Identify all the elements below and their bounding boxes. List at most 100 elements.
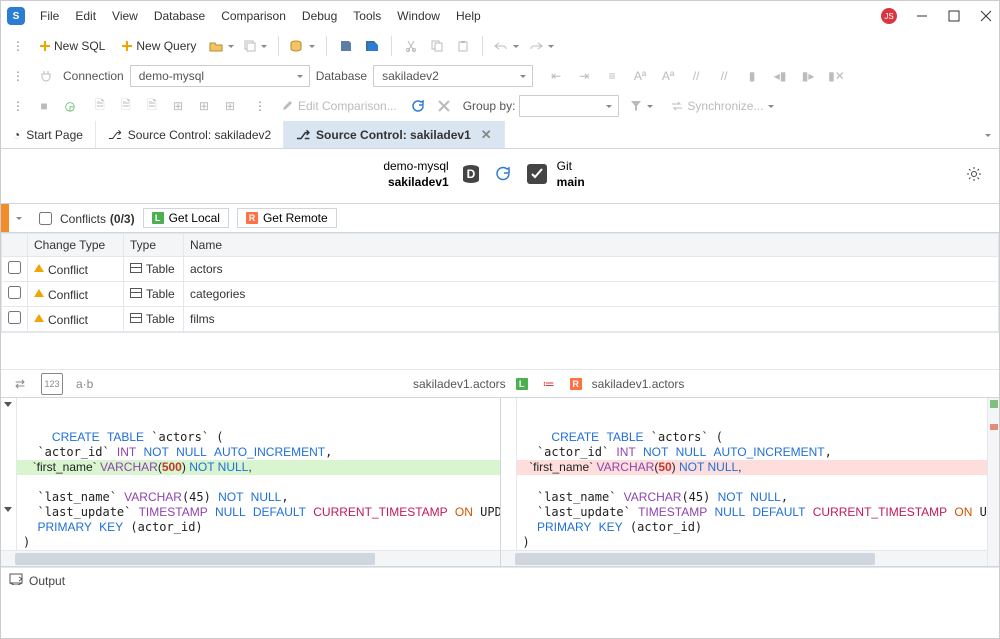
tab-close-icon[interactable]: ✕ <box>481 127 492 143</box>
connection-combo[interactable]: demo-mysql <box>130 65 310 87</box>
redo-button[interactable] <box>526 35 557 57</box>
clear-bookmarks-icon[interactable]: ▮✕ <box>825 65 848 87</box>
conflicts-checkbox[interactable] <box>39 212 52 225</box>
uppercase-icon[interactable]: Aª <box>657 65 679 87</box>
branch-icon: ⎇ <box>108 128 122 142</box>
table-icon <box>130 288 142 298</box>
menu-edit[interactable]: Edit <box>68 5 103 27</box>
menu-tools[interactable]: Tools <box>346 5 388 27</box>
align-icon[interactable]: ≡ <box>601 65 623 87</box>
spacing-icon[interactable]: a·b <box>73 373 96 395</box>
accent-stripe <box>1 204 9 232</box>
overview-ruler[interactable] <box>987 398 999 566</box>
db-action-button[interactable] <box>287 35 318 57</box>
table-row[interactable]: ConflictTablefilms <box>2 307 999 332</box>
comment-icon[interactable]: // <box>685 65 707 87</box>
grip-icon: ⋮ <box>7 95 29 117</box>
tab-source-control-1[interactable]: ⎇ Source Control: sakiladev1 ✕ <box>284 121 504 148</box>
tab-strip: ◔ Start Page ⎇ Source Control: sakiladev… <box>1 121 999 149</box>
obj3-icon[interactable]: 🗎 <box>141 95 163 117</box>
header-connection: demo-mysql <box>383 159 448 173</box>
remote-badge-icon: R <box>570 378 582 390</box>
output-label[interactable]: Output <box>29 574 65 588</box>
close-button[interactable] <box>979 9 993 23</box>
row-checkbox[interactable] <box>8 286 21 299</box>
save-all-button[interactable] <box>361 35 383 57</box>
js-badge-icon: JS <box>881 8 897 24</box>
menu-file[interactable]: File <box>33 5 66 27</box>
diff-left-name: sakiladev1.actors <box>413 377 506 391</box>
filter-icon[interactable] <box>627 95 656 117</box>
diff-pane-left: CREATE TABLE `actors` ( `actor_id` INT N… <box>1 398 500 566</box>
refresh-button[interactable] <box>407 95 429 117</box>
obj1-icon[interactable]: 🗎 <box>89 95 111 117</box>
next-bookmark-icon[interactable]: ▮▸ <box>797 65 819 87</box>
remove-button[interactable] <box>433 95 455 117</box>
menu-comparison[interactable]: Comparison <box>214 5 293 27</box>
obj4-icon[interactable]: ⊞ <box>167 95 189 117</box>
grip-icon: ⋮ <box>249 95 271 117</box>
conflicts-bar: Conflicts (0/3) LGet Local RGet Remote <box>1 203 999 233</box>
table-row[interactable]: ConflictTableactors <box>2 257 999 282</box>
swap-direction-button[interactable] <box>491 163 515 185</box>
col-name[interactable]: Name <box>184 234 999 257</box>
obj2-icon[interactable]: 🗎 <box>115 95 137 117</box>
row-checkbox[interactable] <box>8 311 21 324</box>
plug-icon[interactable] <box>35 65 57 87</box>
compare-icon[interactable]: ⇄ <box>9 373 31 395</box>
gear-icon[interactable] <box>963 163 985 185</box>
tab-start-page[interactable]: ◔ Start Page <box>1 121 96 148</box>
group-by-combo[interactable] <box>519 95 619 117</box>
case-icon[interactable]: Aª <box>629 65 651 87</box>
new-query-button[interactable]: New Query <box>115 35 202 57</box>
save-button[interactable] <box>335 35 357 57</box>
menu-database[interactable]: Database <box>147 5 212 27</box>
numbers-icon[interactable]: 123 <box>41 373 63 395</box>
open-button[interactable] <box>206 35 237 57</box>
hscroll-right[interactable] <box>501 550 1000 566</box>
check-icon <box>525 163 547 185</box>
paste-button[interactable] <box>452 35 474 57</box>
table-icon <box>130 313 142 323</box>
database-combo[interactable]: sakiladev2 <box>373 65 533 87</box>
prev-bookmark-icon[interactable]: ◂▮ <box>769 65 791 87</box>
maximize-button[interactable] <box>947 9 961 23</box>
col-change-type[interactable]: Change Type <box>28 234 124 257</box>
obj6-icon[interactable]: ⊞ <box>219 95 241 117</box>
obj5-icon[interactable]: ⊞ <box>193 95 215 117</box>
collapse-icon[interactable] <box>16 217 22 223</box>
table-row[interactable]: ConflictTablecategories <box>2 282 999 307</box>
indent-right-icon[interactable]: ⇥ <box>573 65 595 87</box>
copy-button[interactable] <box>426 35 448 57</box>
sync-small-icon[interactable]: ◶ <box>59 95 81 117</box>
table-icon <box>130 263 142 273</box>
tab-source-control-2[interactable]: ⎇ Source Control: sakiladev2 <box>96 121 284 148</box>
cut-button[interactable] <box>400 35 422 57</box>
uncomment-icon[interactable]: // <box>713 65 735 87</box>
synchronize-button[interactable]: Synchronize... <box>664 95 780 117</box>
hscroll-left[interactable] <box>1 550 500 566</box>
header-database: sakiladev1 <box>388 175 449 189</box>
menu-debug[interactable]: Debug <box>295 5 344 27</box>
tabs-overflow[interactable] <box>975 121 999 148</box>
menu-help[interactable]: Help <box>449 5 488 27</box>
warning-icon <box>34 284 44 297</box>
indent-left-icon[interactable]: ⇤ <box>545 65 567 87</box>
database-icon: D <box>459 163 481 185</box>
new-sql-button[interactable]: New SQL <box>33 35 111 57</box>
bookmark-icon[interactable]: ▮ <box>741 65 763 87</box>
copy-dropdown[interactable] <box>241 35 270 57</box>
row-checkbox[interactable] <box>8 261 21 274</box>
output-icon[interactable] <box>9 573 23 588</box>
edit-comparison-button[interactable]: Edit Comparison... <box>275 95 403 117</box>
col-type[interactable]: Type <box>124 234 184 257</box>
undo-button[interactable] <box>491 35 522 57</box>
menu-view[interactable]: View <box>105 5 145 27</box>
minimize-button[interactable] <box>915 9 929 23</box>
menu-window[interactable]: Window <box>390 5 447 27</box>
get-remote-button[interactable]: RGet Remote <box>237 208 337 228</box>
conflicts-grid: Change Type Type Name ConflictTableactor… <box>1 233 999 333</box>
get-local-button[interactable]: LGet Local <box>143 208 229 228</box>
diff-options-icon[interactable]: ≔ <box>538 373 560 395</box>
stop-icon[interactable]: ■ <box>33 95 55 117</box>
